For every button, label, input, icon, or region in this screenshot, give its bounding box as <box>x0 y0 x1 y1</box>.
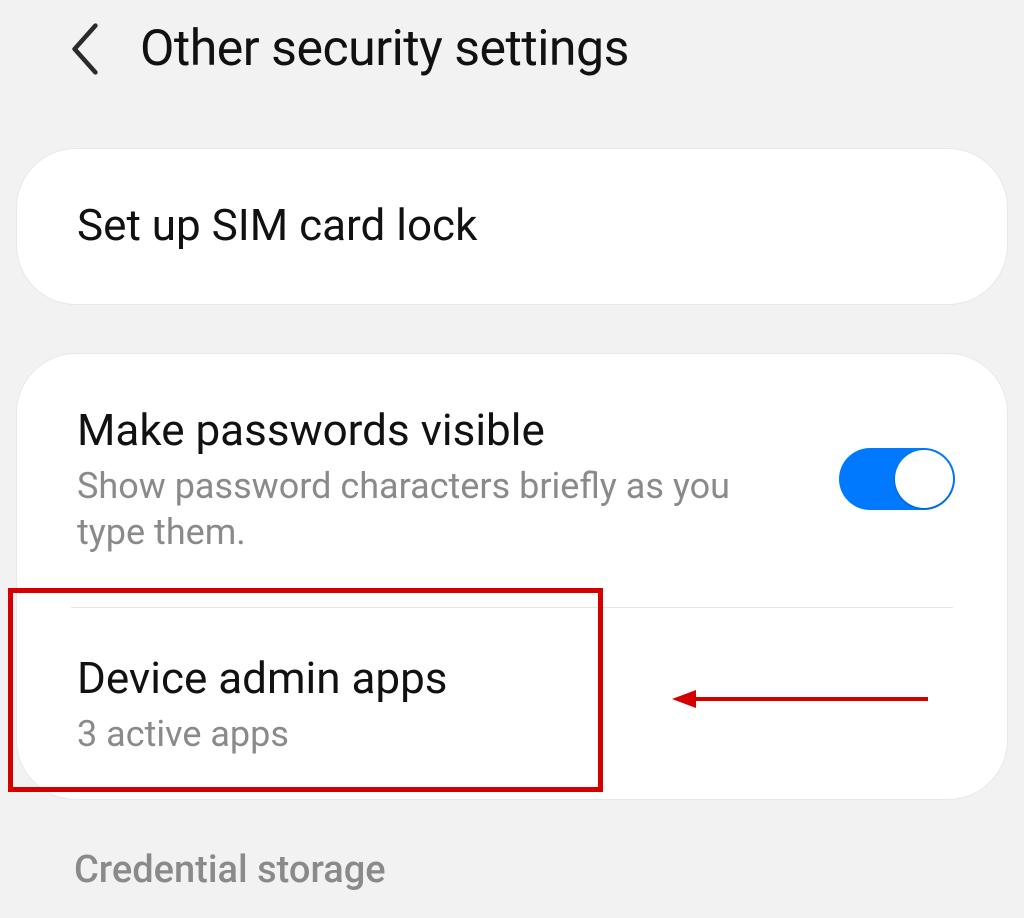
section-credential-storage: Credential storage <box>0 800 1024 908</box>
page-title: Other security settings <box>140 20 629 78</box>
sim-card-lock-title: Set up SIM card lock <box>77 199 955 252</box>
card-sim: Set up SIM card lock <box>16 148 1008 305</box>
setting-device-admin-apps[interactable]: Device admin apps 3 active apps <box>17 608 1007 799</box>
passwords-subtitle: Show password characters briefly as you … <box>77 463 799 555</box>
header-bar: Other security settings <box>0 0 1024 98</box>
passwords-title: Make passwords visible <box>77 404 799 457</box>
back-button[interactable] <box>60 24 110 74</box>
setting-sim-card-lock[interactable]: Set up SIM card lock <box>17 149 1007 304</box>
passwords-toggle[interactable] <box>839 448 955 510</box>
toggle-knob <box>895 450 953 508</box>
chevron-left-icon <box>69 23 101 75</box>
admin-title: Device admin apps <box>77 652 955 705</box>
setting-make-passwords-visible[interactable]: Make passwords visible Show password cha… <box>17 354 1007 607</box>
admin-subtitle: 3 active apps <box>77 711 955 757</box>
card-password-admin: Make passwords visible Show password cha… <box>16 353 1008 800</box>
